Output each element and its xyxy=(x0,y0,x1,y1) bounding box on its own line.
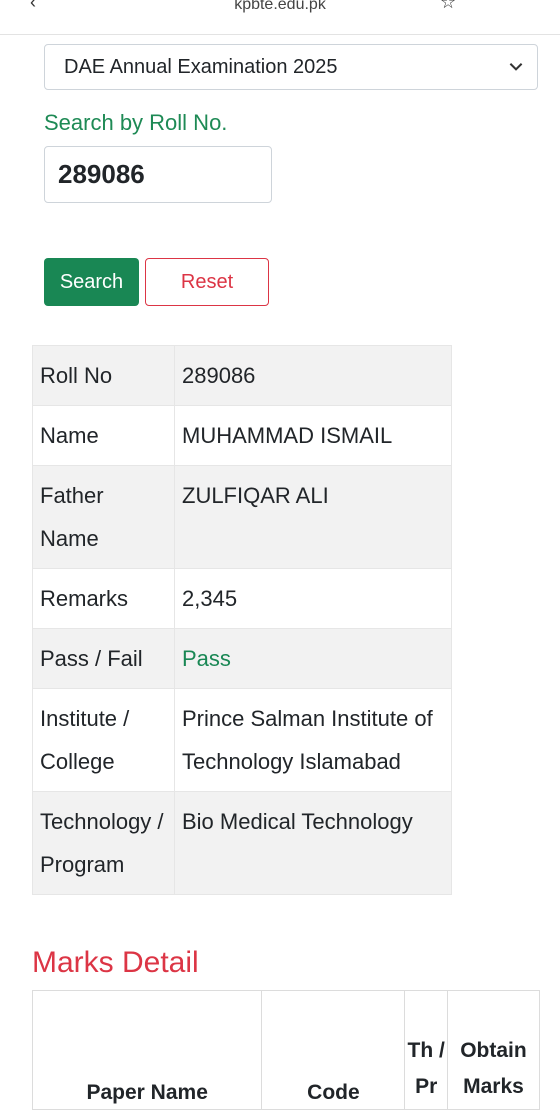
reset-button[interactable]: Reset xyxy=(145,258,269,306)
row-key: Technology / Program xyxy=(32,791,175,895)
table-row: Roll No 289086 xyxy=(32,345,452,406)
result-table: Roll No 289086 Name MUHAMMAD ISMAIL Fath… xyxy=(32,345,452,895)
row-value: Bio Medical Technology xyxy=(174,791,452,895)
marks-header-row: Paper Name Code Th / Pr Obtain Marks xyxy=(31,990,541,1110)
table-row: Remarks 2,345 xyxy=(32,568,452,629)
row-key: Remarks xyxy=(32,568,175,629)
exam-select[interactable]: DAE Annual Examination 2025 xyxy=(44,44,538,90)
roll-search-label: Search by Roll No. xyxy=(44,110,228,135)
exam-select-value: DAE Annual Examination 2025 xyxy=(64,55,338,78)
header-code: Code xyxy=(261,990,406,1110)
row-value: 2,345 xyxy=(174,568,452,629)
roll-number-input[interactable]: 289086 xyxy=(44,146,272,203)
row-key: Institute / College xyxy=(32,688,175,792)
header-obtain-marks: Obtain Marks xyxy=(446,990,541,1110)
roll-number-value: 289086 xyxy=(58,159,145,189)
table-row: Father Name ZULFIQAR ALI xyxy=(32,465,452,569)
chevron-down-icon xyxy=(509,63,523,71)
marks-detail-heading: Marks Detail xyxy=(32,946,199,979)
row-value: Prince Salman Institute of Technology Is… xyxy=(174,688,452,792)
table-row: Name MUHAMMAD ISMAIL xyxy=(32,405,452,466)
row-key: Father Name xyxy=(32,465,175,569)
table-row: Technology / Program Bio Medical Technol… xyxy=(32,791,452,895)
table-row: Pass / Fail Pass xyxy=(32,628,452,689)
pass-fail-status: Pass xyxy=(174,628,452,689)
table-row: Institute / College Prince Salman Instit… xyxy=(32,688,452,792)
row-value: ZULFIQAR ALI xyxy=(174,465,452,569)
row-key: Name xyxy=(32,405,175,466)
marks-table: Paper Name Code Th / Pr Obtain Marks xyxy=(31,990,541,1110)
search-button[interactable]: Search xyxy=(44,258,139,306)
row-value: 289086 xyxy=(174,345,452,406)
header-th-pr: Th / Pr xyxy=(404,990,448,1110)
browser-address-bar[interactable]: ‹ kpbte.edu.pk ☆ xyxy=(0,0,560,35)
row-key: Pass / Fail xyxy=(32,628,175,689)
row-key: Roll No xyxy=(32,345,175,406)
header-paper-name: Paper Name xyxy=(31,990,263,1110)
star-icon[interactable]: ☆ xyxy=(440,0,456,13)
url-text[interactable]: kpbte.edu.pk xyxy=(0,0,560,14)
row-value: MUHAMMAD ISMAIL xyxy=(174,405,452,466)
